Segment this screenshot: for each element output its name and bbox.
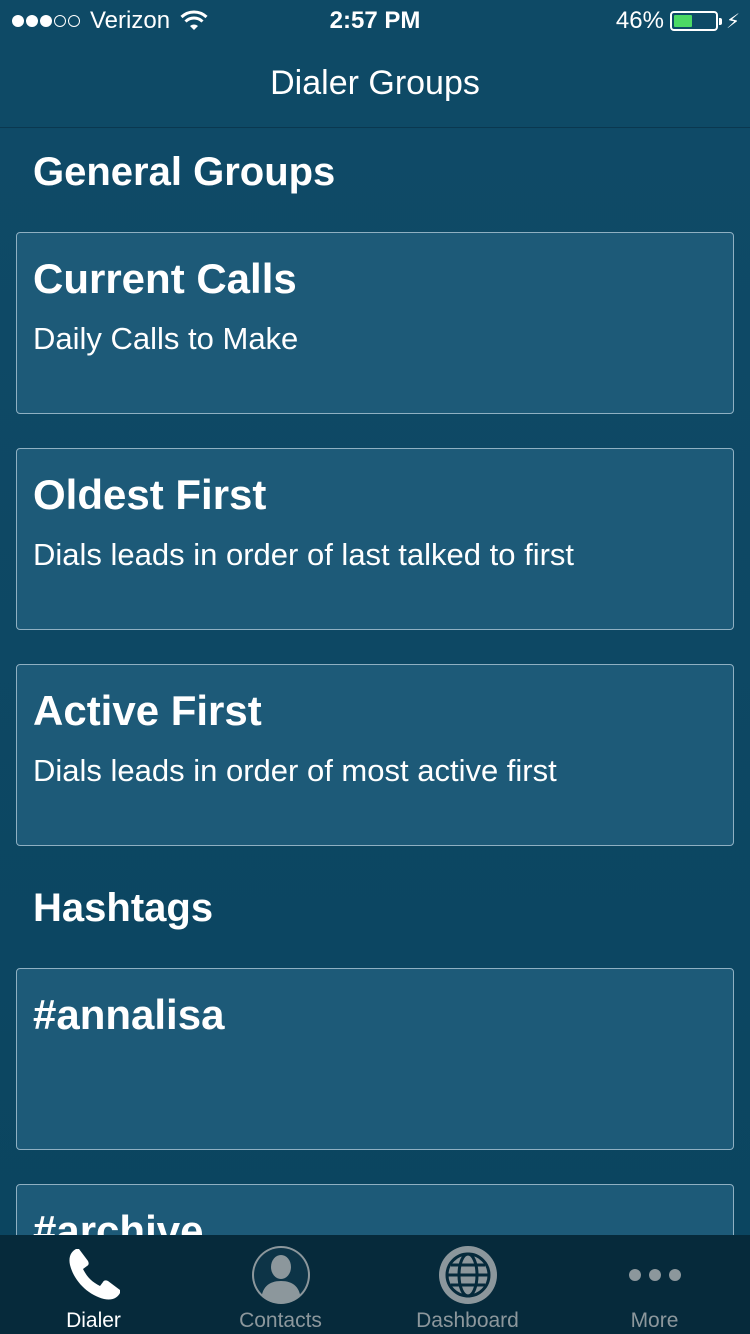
hashtag-card-archive[interactable]: #archive xyxy=(16,1184,734,1235)
page-title: Dialer Groups xyxy=(270,64,480,102)
battery-percent: 46% xyxy=(615,7,664,34)
group-description: Dials leads in order of most active firs… xyxy=(33,753,557,788)
contact-icon xyxy=(251,1246,310,1304)
group-card-oldest-first[interactable]: Oldest First Dials leads in order of las… xyxy=(16,448,734,630)
section-title-hashtags: Hashtags xyxy=(33,886,214,930)
battery-icon xyxy=(669,11,722,31)
group-description: Dials leads in order of last talked to f… xyxy=(33,537,575,572)
globe-icon xyxy=(438,1246,497,1304)
group-description: Daily Calls to Make xyxy=(33,321,299,356)
tab-more[interactable]: More xyxy=(561,1235,748,1334)
hashtag-card-annalisa[interactable]: #annalisa xyxy=(16,968,734,1150)
more-icon xyxy=(628,1269,681,1281)
tab-contacts[interactable]: Contacts xyxy=(187,1235,374,1334)
group-title: #annalisa xyxy=(33,991,225,1038)
tab-dashboard[interactable]: Dashboard xyxy=(374,1235,561,1334)
tab-label: More xyxy=(630,1309,679,1332)
tab-bar: Dialer Contacts Dashboard More xyxy=(0,1235,750,1334)
tab-dialer[interactable]: Dialer xyxy=(0,1235,187,1334)
tab-label: Dialer xyxy=(66,1309,121,1332)
tab-label: Contacts xyxy=(239,1309,322,1332)
navigation-bar: Dialer Groups xyxy=(0,40,750,128)
groups-list[interactable]: General Groups Current Calls Daily Calls… xyxy=(0,129,750,1235)
group-title: Current Calls xyxy=(33,255,297,302)
group-card-current-calls[interactable]: Current Calls Daily Calls to Make xyxy=(16,232,734,414)
group-title: Active First xyxy=(33,687,262,734)
group-title: Oldest First xyxy=(33,471,267,518)
group-title: #archive xyxy=(33,1207,204,1235)
tab-label: Dashboard xyxy=(416,1309,519,1332)
section-title-general: General Groups xyxy=(33,150,336,194)
phone-icon xyxy=(68,1249,120,1300)
status-right: 46% ⚡ xyxy=(616,7,740,35)
group-card-active-first[interactable]: Active First Dials leads in order of mos… xyxy=(16,664,734,846)
status-bar: Verizon 2:57 PM 46% ⚡ xyxy=(0,0,750,40)
charging-icon: ⚡ xyxy=(725,10,740,33)
